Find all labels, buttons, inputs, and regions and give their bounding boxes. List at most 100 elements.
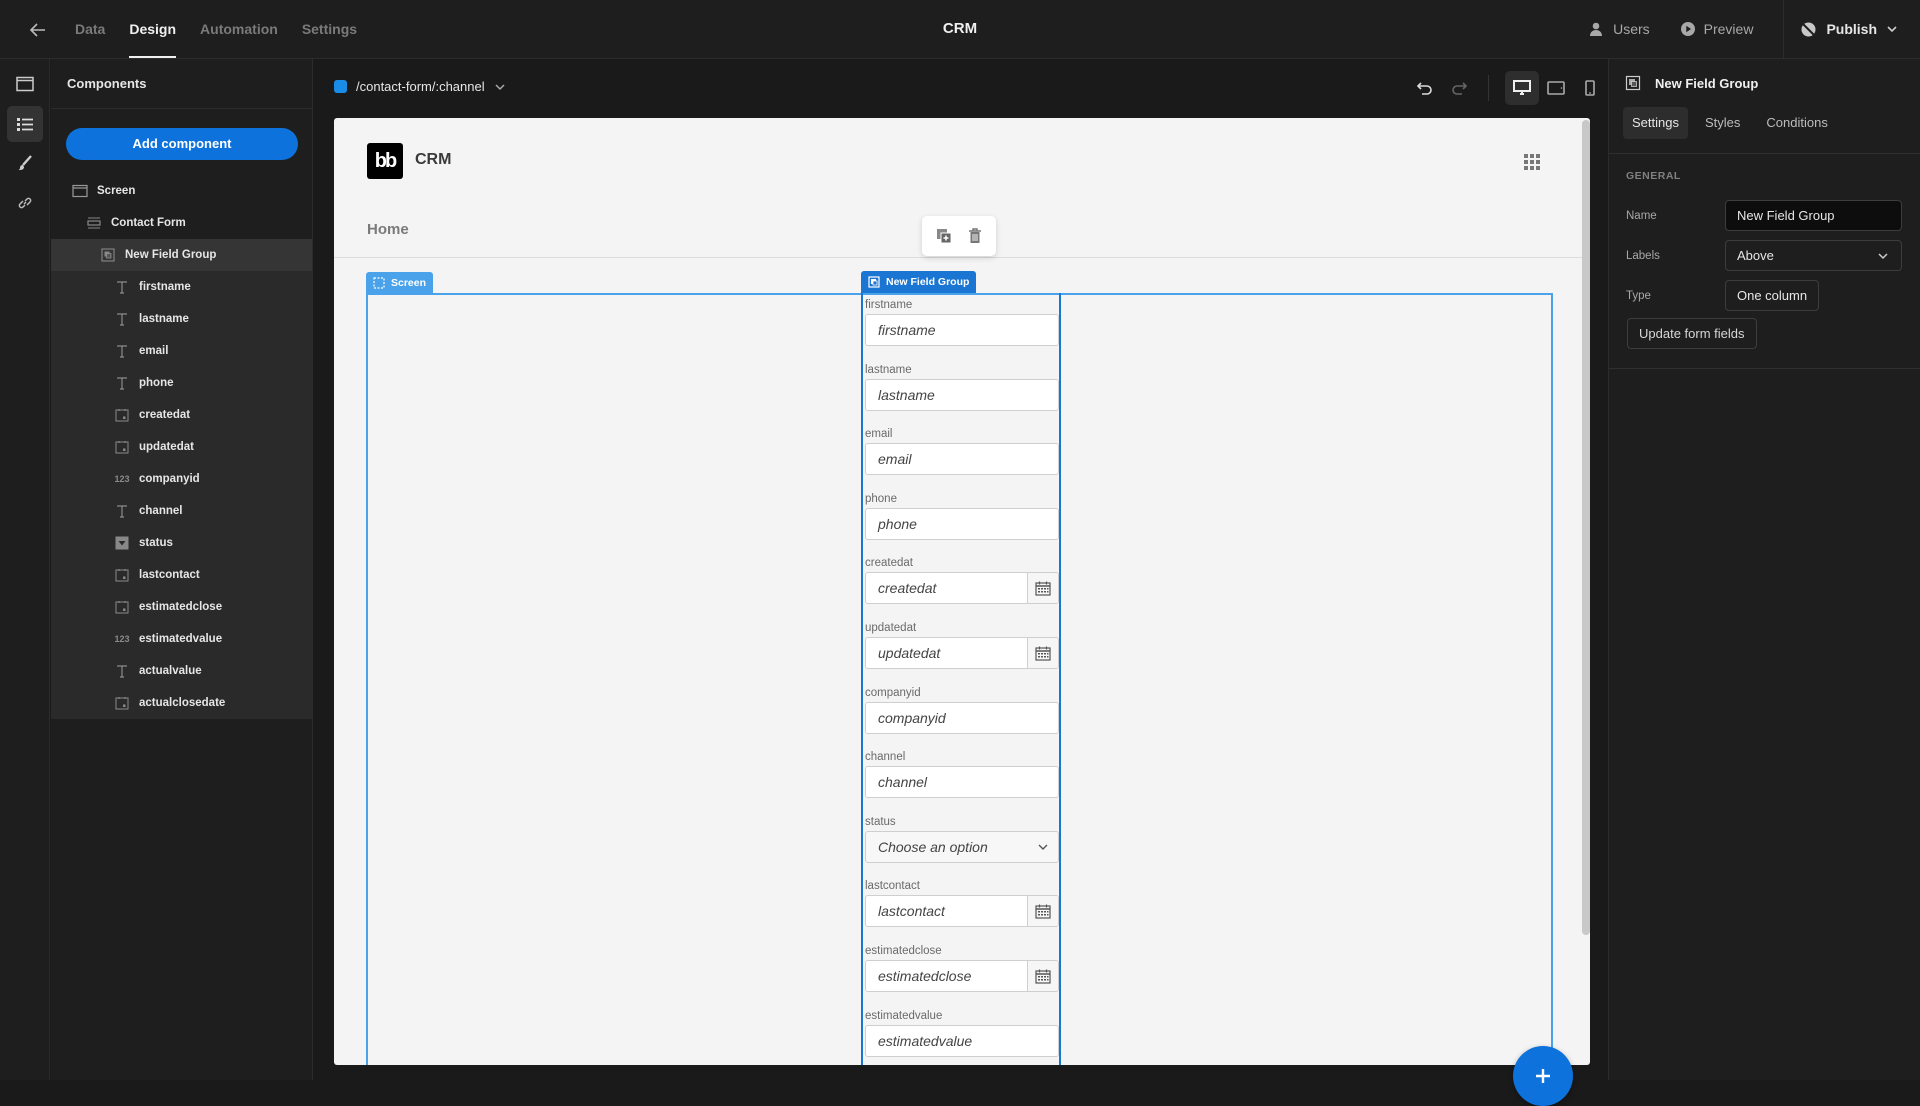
form-field-status: status Choose an option <box>865 814 1059 863</box>
channel-input[interactable]: channel <box>865 766 1059 799</box>
tree-item-estimatedclose[interactable]: estimatedclose <box>51 591 312 623</box>
field-label: email <box>865 428 893 441</box>
workspace: /contact-form/:channel bb CRM Home Scree… <box>314 59 1607 1106</box>
lastcontact-input[interactable]: lastcontact <box>865 895 1059 928</box>
tree-item-contact-form[interactable]: Contact Form <box>51 207 312 239</box>
tree-item-status[interactable]: status <box>51 527 312 559</box>
tree-item-screen[interactable]: Screen <box>51 175 312 207</box>
delete-button[interactable] <box>968 228 982 244</box>
firstname-input[interactable]: firstname <box>865 314 1059 346</box>
screen-select-icon <box>373 276 385 289</box>
divider <box>1609 153 1920 154</box>
publish-button[interactable]: Publish <box>1800 21 1898 38</box>
tab-data[interactable]: Data <box>75 0 105 58</box>
tab-conditions[interactable]: Conditions <box>1757 107 1836 139</box>
lastname-input[interactable]: lastname <box>865 378 1059 411</box>
calendar-icon[interactable] <box>1027 896 1058 927</box>
back-button[interactable] <box>28 17 52 41</box>
users-button[interactable]: Users <box>1589 21 1650 37</box>
desktop-icon <box>1513 80 1531 95</box>
duplicate-button[interactable] <box>936 228 952 244</box>
tree-item-label: email <box>139 345 169 357</box>
desktop-view-button[interactable] <box>1505 71 1539 105</box>
field-label: firstname <box>865 299 913 311</box>
add-fab-button[interactable] <box>1513 1046 1573 1106</box>
nav-link-home[interactable]: Home <box>367 221 409 238</box>
tree-item-lastcontact[interactable]: lastcontact <box>51 559 312 591</box>
add-component-button[interactable]: Add component <box>66 128 298 160</box>
estimatedvalue-input[interactable]: estimatedvalue <box>865 1024 1059 1057</box>
tree-item-firstname[interactable]: firstname <box>51 271 312 303</box>
tab-settings[interactable]: Settings <box>1623 107 1688 139</box>
theme-button[interactable] <box>7 145 43 181</box>
top-nav: Data Design Automation Settings <box>75 0 357 58</box>
calendar-icon[interactable] <box>1027 638 1058 668</box>
labels-select[interactable]: Above <box>1725 240 1902 271</box>
companyid-input[interactable]: companyid <box>865 701 1059 734</box>
status-select[interactable]: Choose an option <box>865 830 1059 863</box>
tree-item-updatedat[interactable]: updatedat <box>51 431 312 463</box>
navigation-button[interactable] <box>7 185 43 221</box>
preview-button[interactable]: Preview <box>1680 21 1754 37</box>
tree-item-actualclosedate[interactable]: actualclosedate <box>51 687 312 719</box>
undo-button[interactable] <box>1408 71 1442 105</box>
chevron-down-icon <box>1028 841 1058 853</box>
tablet-view-button[interactable] <box>1539 71 1573 105</box>
components-button[interactable] <box>7 106 43 142</box>
field-placeholder: lastname <box>878 386 935 403</box>
screen-icon <box>71 183 89 199</box>
tab-styles[interactable]: Styles <box>1696 107 1749 139</box>
tree-item-label: companyid <box>139 473 200 485</box>
field-placeholder: phone <box>878 515 917 532</box>
field-group-icon <box>868 276 880 288</box>
section-general-heading: GENERAL <box>1626 170 1681 182</box>
field-group-component-tag[interactable]: New Field Group <box>861 271 977 293</box>
components-panel: Components Add component Screen Contact F… <box>51 59 313 1080</box>
update-form-fields-button[interactable]: Update form fields <box>1627 318 1757 349</box>
redo-button[interactable] <box>1442 71 1476 105</box>
chevron-down-icon <box>1887 26 1897 33</box>
tree-item-actualvalue[interactable]: actualvalue <box>51 655 312 687</box>
properties-tabs: Settings Styles Conditions <box>1623 107 1837 139</box>
tree-item-companyid[interactable]: 123 companyid <box>51 463 312 495</box>
email-input[interactable]: email <box>865 443 1059 476</box>
preview-label: Preview <box>1703 21 1754 37</box>
route-color-swatch <box>334 80 347 93</box>
name-input[interactable]: New Field Group <box>1725 200 1902 231</box>
text-field-icon <box>113 279 131 295</box>
labels-label: Labels <box>1626 249 1660 262</box>
tab-settings[interactable]: Settings <box>302 0 357 58</box>
tree-item-lastname[interactable]: lastname <box>51 303 312 335</box>
options-field-icon <box>113 535 131 551</box>
mobile-view-button[interactable] <box>1573 71 1607 105</box>
tree-item-phone[interactable]: phone <box>51 367 312 399</box>
phone-input[interactable]: phone <box>865 507 1059 540</box>
screen-component-tag[interactable]: Screen <box>366 272 434 293</box>
tree-item-channel[interactable]: channel <box>51 495 312 527</box>
tree-item-email[interactable]: email <box>51 335 312 367</box>
tree-item-createdat[interactable]: createdat <box>51 399 312 431</box>
tree-item-estimatedvalue[interactable]: 123 estimatedvalue <box>51 623 312 655</box>
preview-scrollbar[interactable] <box>1582 120 1590 935</box>
text-field-icon <box>113 311 131 327</box>
field-label: lastname <box>865 363 912 376</box>
createdat-input[interactable]: createdat <box>865 572 1059 605</box>
calendar-icon[interactable] <box>1027 573 1058 604</box>
field-placeholder: Choose an option <box>878 838 988 855</box>
app-name: CRM <box>415 151 452 168</box>
apps-grid-icon[interactable] <box>1524 154 1540 170</box>
tab-design[interactable]: Design <box>129 0 176 58</box>
properties-panel: New Field Group Settings Styles Conditio… <box>1608 59 1920 1080</box>
form-field-firstname: firstname firstname <box>865 297 1059 346</box>
calendar-icon[interactable] <box>1027 961 1058 991</box>
publish-label: Publish <box>1826 21 1877 37</box>
estimatedclose-input[interactable]: estimatedclose <box>865 960 1059 992</box>
tab-automation[interactable]: Automation <box>200 0 278 58</box>
field-label: channel <box>865 751 906 764</box>
screens-button[interactable] <box>7 66 43 102</box>
text-field-icon <box>113 375 131 391</box>
type-option-button[interactable]: One column <box>1725 280 1820 311</box>
updatedat-input[interactable]: updatedat <box>865 637 1059 669</box>
tree-item-new-field-group[interactable]: New Field Group <box>51 239 312 271</box>
route-selector[interactable]: /contact-form/:channel <box>334 79 506 94</box>
